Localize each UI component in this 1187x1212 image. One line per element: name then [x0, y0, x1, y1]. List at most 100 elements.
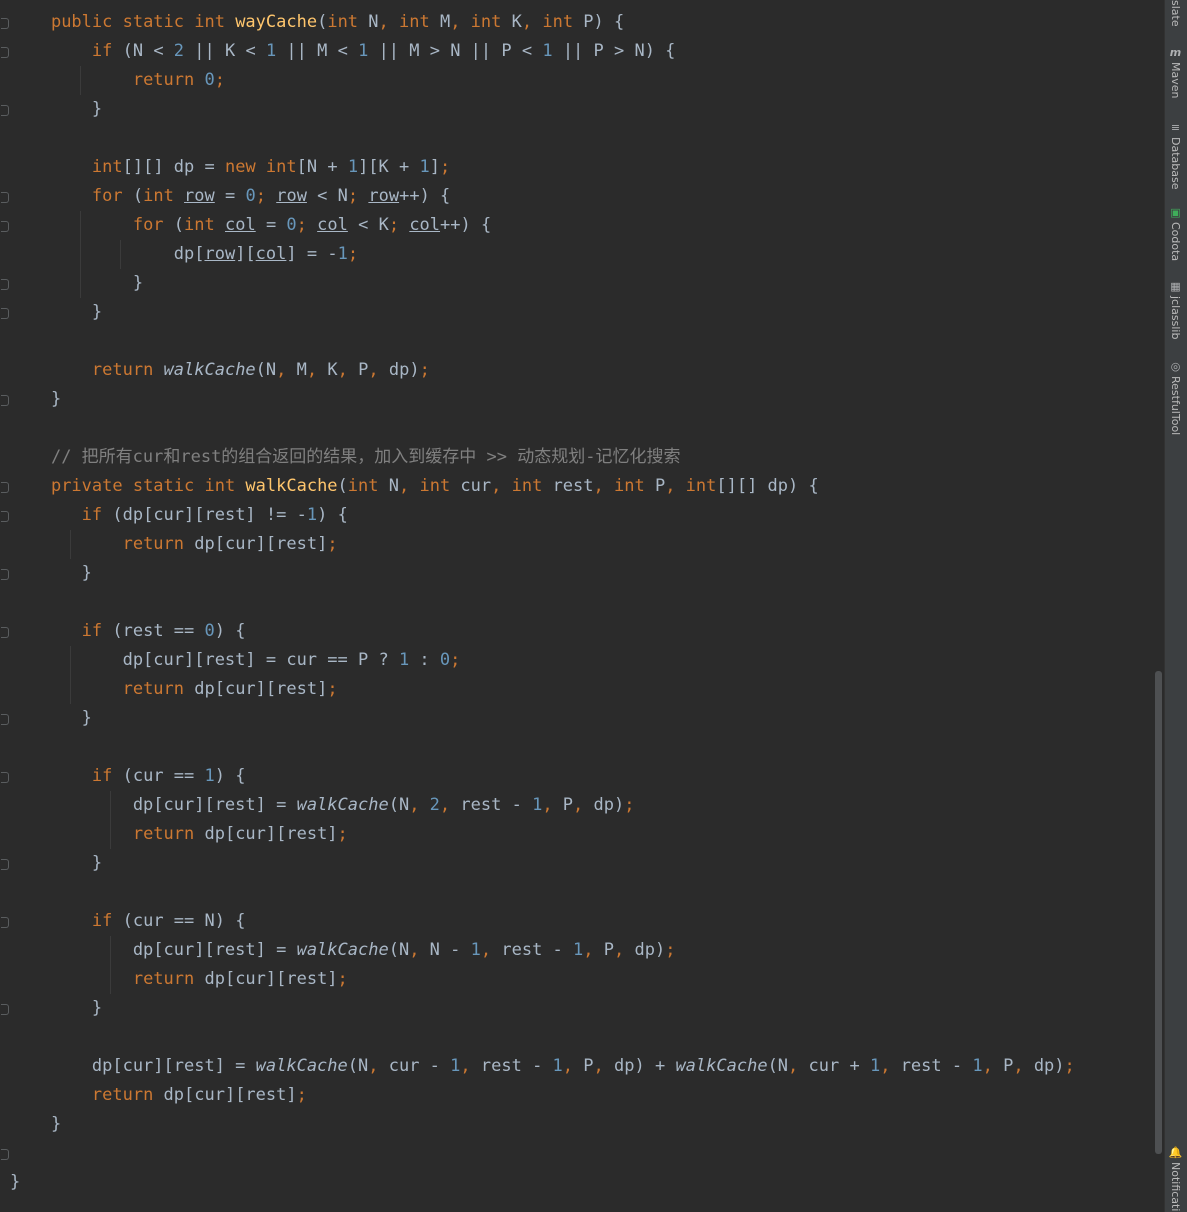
- code-line[interactable]: }: [10, 704, 92, 733]
- code-line[interactable]: if (cur == N) {: [10, 907, 246, 936]
- code-token: for: [91, 186, 133, 206]
- code-token: 1: [470, 940, 481, 960]
- codota-icon: ▣: [1170, 206, 1181, 219]
- code-token: , int: [521, 12, 584, 32]
- code-token: P: [603, 940, 614, 960]
- code-token: 1: [347, 157, 359, 177]
- code-line[interactable]: dp[row][col] = -1;: [10, 240, 358, 269]
- code-token: =: [255, 215, 287, 235]
- code-line[interactable]: dp[cur][rest] = walkCache(N, cur - 1, re…: [10, 1052, 1075, 1081]
- tool-window-database[interactable]: ≡ Database: [1164, 121, 1187, 190]
- code-line[interactable]: return walkCache(N, M, K, P, dp);: [10, 356, 430, 385]
- code-line[interactable]: return dp[cur][rest];: [10, 1081, 307, 1110]
- code-token: :: [409, 650, 440, 670]
- code-token: }: [10, 998, 103, 1018]
- code-token: walkCache: [163, 360, 256, 380]
- code-line[interactable]: }: [10, 559, 92, 588]
- vertical-scrollbar-thumb[interactable]: [1155, 671, 1162, 1154]
- code-token: , int: [665, 476, 717, 496]
- code-token: ;: [1064, 1056, 1075, 1076]
- code-token: int: [143, 186, 185, 206]
- code-line[interactable]: private static int walkCache(int N, int …: [10, 472, 819, 501]
- code-line[interactable]: dp[cur][rest] = cur == P ? 1 : 0;: [10, 646, 461, 675]
- code-line[interactable]: }: [10, 95, 102, 124]
- code-token: dp[cur][rest]: [194, 679, 328, 699]
- code-token: 1: [450, 1056, 461, 1076]
- code-token: ;: [347, 186, 369, 206]
- code-line[interactable]: public static int wayCache(int N, int M,…: [10, 8, 624, 37]
- code-token: int: [91, 157, 123, 177]
- restfultool-icon: ◎: [1170, 360, 1181, 373]
- code-line[interactable]: }: [10, 994, 102, 1023]
- code-token: ;: [337, 824, 348, 844]
- code-token: ][K +: [358, 157, 420, 177]
- code-token: return: [132, 70, 205, 90]
- code-line[interactable]: return dp[cur][rest];: [10, 965, 348, 994]
- code-token: 1: [358, 41, 369, 61]
- code-token: dp): [1033, 1056, 1065, 1076]
- code-token: ,: [562, 1056, 584, 1076]
- code-line[interactable]: }: [10, 1168, 20, 1197]
- code-token: 1: [532, 795, 543, 815]
- code-line[interactable]: return dp[cur][rest];: [10, 530, 338, 559]
- code-line[interactable]: int[][] dp = new int[N + 1][K + 1];: [10, 153, 450, 182]
- code-token: cur +: [808, 1056, 870, 1076]
- code-line[interactable]: // 把所有cur和rest的组合返回的结果，加入到缓存中 >> 动态规划-记忆…: [10, 443, 681, 472]
- tool-window-translate[interactable]: slate: [1164, 0, 1187, 27]
- code-line[interactable]: dp[cur][rest] = walkCache(N, 2, rest - 1…: [10, 791, 635, 820]
- code-token: ) {: [214, 621, 246, 641]
- code-token: P: [562, 795, 574, 815]
- tool-window-jclasslib[interactable]: ▦ jclasslib: [1164, 280, 1187, 339]
- code-line[interactable]: return 0;: [10, 66, 225, 95]
- code-token: P: [654, 476, 666, 496]
- indent-guide: [70, 530, 71, 559]
- code-token: dp[cur][rest] =: [10, 940, 297, 960]
- code-editor[interactable]: public static int wayCache(int N, int M,…: [0, 0, 1152, 1212]
- code-token: private static int: [50, 476, 246, 496]
- code-token: (: [173, 215, 185, 235]
- tool-window-notifications[interactable]: 🔔 Notificati: [1164, 1146, 1187, 1211]
- code-line[interactable]: for (int row = 0; row < N; row++) {: [10, 182, 450, 211]
- code-line[interactable]: }: [10, 385, 61, 414]
- code-line[interactable]: return dp[cur][rest];: [10, 820, 348, 849]
- tool-window-codota[interactable]: ▣ Codota: [1164, 206, 1187, 261]
- code-token: [][] dp =: [122, 157, 225, 177]
- code-line[interactable]: }: [10, 849, 102, 878]
- code-line[interactable]: if (rest == 0) {: [10, 617, 246, 646]
- code-line[interactable]: return dp[cur][rest];: [10, 675, 338, 704]
- code-line[interactable]: if (cur == 1) {: [10, 762, 246, 791]
- code-token: rest -: [480, 1056, 553, 1076]
- tool-window-maven[interactable]: m Maven: [1164, 46, 1187, 98]
- code-token: }: [10, 708, 92, 728]
- code-token: for: [132, 215, 174, 235]
- code-token: row: [276, 186, 307, 206]
- code-token: [N +: [296, 157, 348, 177]
- code-token: ;: [439, 157, 451, 177]
- code-token: walkCache: [255, 1056, 348, 1076]
- database-icon: ≡: [1170, 121, 1181, 134]
- tool-window-restfultool[interactable]: ◎ RestfulTool: [1164, 360, 1187, 435]
- code-token: ;: [388, 215, 410, 235]
- code-token: ,: [583, 940, 604, 960]
- code-token: ++) {: [399, 186, 451, 206]
- code-token: 0: [439, 650, 451, 670]
- code-line[interactable]: }: [10, 1110, 61, 1139]
- code-token: ;: [419, 360, 430, 380]
- code-token: wayCache: [235, 12, 318, 32]
- code-line[interactable]: for (int col = 0; col < K; col++) {: [10, 211, 491, 240]
- code-line[interactable]: }: [10, 298, 102, 327]
- code-token: walkCache: [245, 476, 338, 496]
- code-token: ,: [368, 360, 389, 380]
- code-token: 0: [204, 70, 215, 90]
- code-token: || K <: [184, 41, 266, 61]
- code-token: row: [204, 244, 236, 264]
- code-token: walkCache: [296, 940, 389, 960]
- code-token: return: [132, 969, 205, 989]
- code-line[interactable]: }: [10, 269, 143, 298]
- code-line[interactable]: if (dp[cur][rest] != -1) {: [10, 501, 348, 530]
- code-line[interactable]: if (N < 2 || K < 1 || M < 1 || M > N || …: [10, 37, 676, 66]
